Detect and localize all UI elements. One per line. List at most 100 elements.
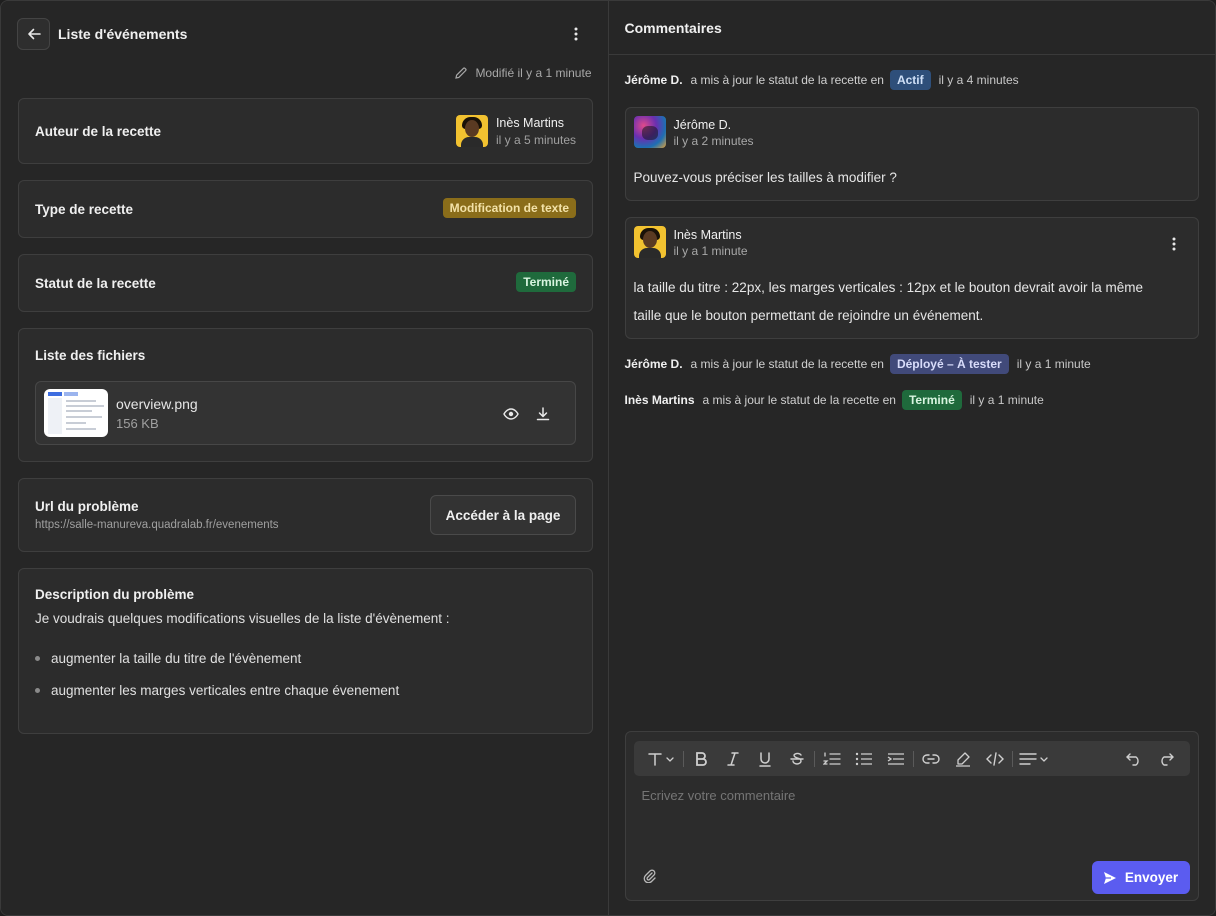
author-info: Inès Martins il y a 5 minutes <box>455 115 576 147</box>
url-value: https://salle-manureva.quadralab.fr/even… <box>35 519 279 531</box>
file-item[interactable]: overview.png 156 KB <box>35 381 576 445</box>
redo-icon <box>1160 752 1174 766</box>
modified-text: Modifié il y a 1 minute <box>475 66 592 80</box>
type-card: Type de recette Modification de texte <box>18 180 593 238</box>
modified-info: Modifié il y a 1 minute <box>454 66 592 80</box>
access-page-button[interactable]: Accéder à la page <box>430 495 576 535</box>
author-name: Inès Martins <box>495 115 565 130</box>
back-button[interactable] <box>17 18 50 50</box>
activity-time: il y a 1 minute <box>969 393 1044 407</box>
ordered-list-icon <box>822 751 841 765</box>
file-thumbnail <box>44 389 108 437</box>
activity-item: Jérôme D. a mis à jour le statut de la r… <box>625 354 1091 374</box>
strikethrough-button[interactable] <box>781 745 813 773</box>
code-button[interactable] <box>979 745 1011 773</box>
comment-input[interactable] <box>641 788 1182 803</box>
bullet-list-button[interactable] <box>848 745 880 773</box>
bullet-list-icon <box>855 752 872 765</box>
kebab-menu-icon <box>1172 237 1175 251</box>
bold-icon <box>695 751 707 766</box>
activity-time: il y a 4 minutes <box>938 73 1019 87</box>
comment-body-line: taille que le bouton permettant de rejoi… <box>633 308 984 323</box>
bold-button[interactable] <box>685 745 717 773</box>
underline-icon <box>758 751 771 767</box>
author-label: Auteur de la recette <box>35 124 162 139</box>
italic-button[interactable] <box>717 745 749 773</box>
pencil-icon <box>455 67 468 79</box>
description-card: Description du problème Je voudrais quel… <box>18 568 593 734</box>
paperclip-icon <box>643 869 656 883</box>
description-label: Description du problème <box>35 587 195 602</box>
preview-button[interactable] <box>501 404 521 424</box>
send-label: Envoyer <box>1124 870 1179 885</box>
text-style-icon <box>647 752 674 766</box>
recipe-details-panel: Liste d'événements Modifié il y a 1 minu… <box>1 1 609 915</box>
editor-toolbar <box>633 741 1190 776</box>
comment-body: la taille du titre : 22px, les marges ve… <box>634 274 1184 330</box>
code-icon <box>985 751 1004 766</box>
align-button[interactable] <box>1014 745 1054 773</box>
comment-body: Pouvez-vous préciser les tailles à modif… <box>633 170 897 185</box>
comment-author: Inès Martins <box>673 228 742 242</box>
author-card: Auteur de la recette Inès Martins il y a… <box>18 98 593 164</box>
activity-text: a mis à jour le statut de la recette en <box>690 357 884 371</box>
activity-user: Jérôme D. <box>624 73 683 87</box>
bullet-text: augmenter la taille du titre de l'évènem… <box>51 651 302 666</box>
page-title: Liste d'événements <box>58 26 188 42</box>
list-item: augmenter les marges verticales entre ch… <box>35 683 399 698</box>
activity-item: Jérôme D. a mis à jour le statut de la r… <box>625 70 1019 90</box>
comment-time: il y a 2 minutes <box>673 134 754 148</box>
eye-icon <box>503 408 519 420</box>
status-badge: Terminé <box>516 272 576 292</box>
comment-options-button[interactable] <box>1164 234 1184 254</box>
send-button[interactable]: Envoyer <box>1091 861 1190 894</box>
avatar <box>455 115 488 147</box>
more-options-button[interactable] <box>566 24 586 44</box>
indent-button[interactable] <box>880 745 912 773</box>
undo-button[interactable] <box>1118 745 1150 773</box>
kebab-menu-icon <box>574 27 578 41</box>
comment-time: il y a 1 minute <box>673 244 748 258</box>
comments-title: Commentaires <box>624 20 722 36</box>
undo-icon <box>1125 752 1139 766</box>
bullet-text: augmenter les marges verticales entre ch… <box>51 683 400 698</box>
url-card: Url du problème https://salle-manureva.q… <box>18 478 593 552</box>
arrow-left-icon <box>27 28 41 40</box>
activity-text: a mis à jour le statut de la recette en <box>702 393 896 407</box>
status-badge: Déployé – À tester <box>889 354 1009 374</box>
comments-header: Commentaires <box>608 1 1215 55</box>
download-button[interactable] <box>533 404 553 424</box>
list-item: augmenter la taille du titre de l'évènem… <box>35 651 301 666</box>
link-icon <box>921 753 940 764</box>
url-label: Url du problème <box>35 499 139 514</box>
attach-button[interactable] <box>642 868 658 884</box>
files-card: Liste des fichiers overview.png 156 KB <box>18 328 593 462</box>
ordered-list-button[interactable] <box>816 745 848 773</box>
file-name: overview.png <box>116 396 198 412</box>
status-label: Statut de la recette <box>35 276 156 291</box>
activity-user: Inès Martins <box>624 393 695 407</box>
app-window: Liste d'événements Modifié il y a 1 minu… <box>0 0 1216 916</box>
comment-card: Inès Martins il y a 1 minute la taille d… <box>624 217 1199 339</box>
redo-button[interactable] <box>1150 745 1182 773</box>
type-badge: Modification de texte <box>442 198 576 218</box>
highlight-button[interactable] <box>947 745 979 773</box>
align-icon <box>1018 752 1048 765</box>
text-style-button[interactable] <box>642 745 682 773</box>
status-badge: Actif <box>889 70 931 90</box>
activity-user: Jérôme D. <box>624 357 683 371</box>
activity-text: a mis à jour le statut de la recette en <box>690 73 884 87</box>
type-label: Type de recette <box>35 202 134 217</box>
send-icon <box>1103 871 1116 884</box>
strikethrough-icon <box>789 752 804 765</box>
description-text: Je voudrais quelques modifications visue… <box>35 611 450 626</box>
comment-editor: Envoyer <box>624 731 1199 901</box>
download-icon <box>536 407 550 421</box>
status-card: Statut de la recette Terminé <box>18 254 593 312</box>
underline-button[interactable] <box>749 745 781 773</box>
avatar <box>633 226 666 258</box>
comment-card: Jérôme D. il y a 2 minutes Pouvez-vous p… <box>624 107 1199 201</box>
link-button[interactable] <box>915 745 947 773</box>
activity-item: Inès Martins a mis à jour le statut de l… <box>625 390 1044 410</box>
status-badge: Terminé <box>901 390 962 410</box>
